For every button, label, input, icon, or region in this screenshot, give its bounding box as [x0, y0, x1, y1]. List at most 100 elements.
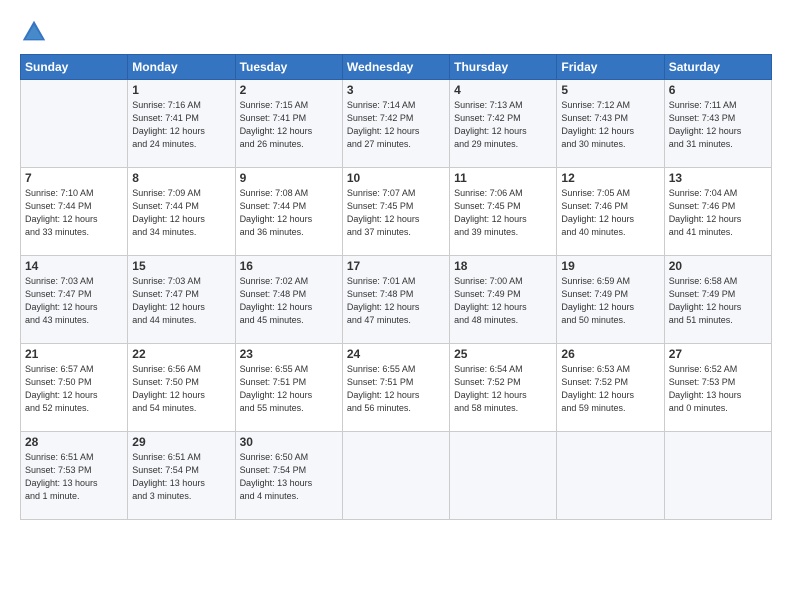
day-cell: 5Sunrise: 7:12 AM Sunset: 7:43 PM Daylig…	[557, 80, 664, 168]
day-cell: 8 Sunrise: 7:09 AM Sunset: 7:44 PM Daylig…	[128, 168, 235, 256]
week-row-2: 14 Sunrise: 7:03 AM Sunset: 7:47 PM Dayli…	[21, 256, 772, 344]
day-cell	[557, 432, 664, 520]
day-cell: 12 Sunrise: 7:05 AM Sunset: 7:46 PM Dayli…	[557, 168, 664, 256]
day-cell: 1Sunrise: 7:16 AM Sunset: 7:41 PM Daylig…	[128, 80, 235, 168]
day-number: 6	[669, 83, 767, 97]
day-info: Sunrise: 6:50 AM Sunset: 7:54 PM Dayligh…	[240, 451, 338, 503]
day-info: Sunrise: 6:59 AM Sunset: 7:49 PM Dayligh…	[561, 275, 659, 327]
day-number: 26	[561, 347, 659, 361]
day-number: 14	[25, 259, 123, 273]
week-row-3: 21 Sunrise: 6:57 AM Sunset: 7:50 PM Dayli…	[21, 344, 772, 432]
day-cell: 25 Sunrise: 6:54 AM Sunset: 7:52 PM Dayli…	[450, 344, 557, 432]
day-cell: 21 Sunrise: 6:57 AM Sunset: 7:50 PM Dayli…	[21, 344, 128, 432]
day-cell	[664, 432, 771, 520]
calendar-header: SundayMondayTuesdayWednesdayThursdayFrid…	[21, 55, 772, 80]
header-cell-saturday: Saturday	[664, 55, 771, 80]
day-cell: 28Sunrise: 6:51 AM Sunset: 7:53 PM Dayli…	[21, 432, 128, 520]
day-info: Sunrise: 7:03 AM Sunset: 7:47 PM Dayligh…	[132, 275, 230, 327]
header-cell-monday: Monday	[128, 55, 235, 80]
day-number: 2	[240, 83, 338, 97]
day-number: 5	[561, 83, 659, 97]
day-cell: 6Sunrise: 7:11 AM Sunset: 7:43 PM Daylig…	[664, 80, 771, 168]
day-info: Sunrise: 6:55 AM Sunset: 7:51 PM Dayligh…	[347, 363, 445, 415]
day-info: Sunrise: 7:07 AM Sunset: 7:45 PM Dayligh…	[347, 187, 445, 239]
day-number: 24	[347, 347, 445, 361]
day-number: 16	[240, 259, 338, 273]
day-cell: 16 Sunrise: 7:02 AM Sunset: 7:48 PM Dayli…	[235, 256, 342, 344]
day-info: Sunrise: 7:00 AM Sunset: 7:49 PM Dayligh…	[454, 275, 552, 327]
day-cell: 18 Sunrise: 7:00 AM Sunset: 7:49 PM Dayli…	[450, 256, 557, 344]
day-cell: 7Sunrise: 7:10 AM Sunset: 7:44 PM Daylig…	[21, 168, 128, 256]
day-number: 19	[561, 259, 659, 273]
day-number: 3	[347, 83, 445, 97]
day-info: Sunrise: 7:05 AM Sunset: 7:46 PM Dayligh…	[561, 187, 659, 239]
day-info: Sunrise: 7:06 AM Sunset: 7:45 PM Dayligh…	[454, 187, 552, 239]
day-info: Sunrise: 6:52 AM Sunset: 7:53 PM Dayligh…	[669, 363, 767, 415]
day-number: 4	[454, 83, 552, 97]
day-number: 13	[669, 171, 767, 185]
header-cell-tuesday: Tuesday	[235, 55, 342, 80]
day-cell: 14 Sunrise: 7:03 AM Sunset: 7:47 PM Dayli…	[21, 256, 128, 344]
calendar-table: SundayMondayTuesdayWednesdayThursdayFrid…	[20, 54, 772, 520]
day-info: Sunrise: 7:01 AM Sunset: 7:48 PM Dayligh…	[347, 275, 445, 327]
day-number: 17	[347, 259, 445, 273]
day-number: 15	[132, 259, 230, 273]
day-info: Sunrise: 7:15 AM Sunset: 7:41 PM Dayligh…	[240, 99, 338, 151]
header-row: SundayMondayTuesdayWednesdayThursdayFrid…	[21, 55, 772, 80]
day-number: 27	[669, 347, 767, 361]
day-cell: 20 Sunrise: 6:58 AM Sunset: 7:49 PM Dayli…	[664, 256, 771, 344]
day-cell: 17 Sunrise: 7:01 AM Sunset: 7:48 PM Dayli…	[342, 256, 449, 344]
day-number: 9	[240, 171, 338, 185]
day-number: 25	[454, 347, 552, 361]
day-cell: 19 Sunrise: 6:59 AM Sunset: 7:49 PM Dayli…	[557, 256, 664, 344]
week-row-0: 1Sunrise: 7:16 AM Sunset: 7:41 PM Daylig…	[21, 80, 772, 168]
day-cell: 23Sunrise: 6:55 AM Sunset: 7:51 PM Dayli…	[235, 344, 342, 432]
calendar-body: 1Sunrise: 7:16 AM Sunset: 7:41 PM Daylig…	[21, 80, 772, 520]
header-cell-friday: Friday	[557, 55, 664, 80]
day-cell: 29Sunrise: 6:51 AM Sunset: 7:54 PM Dayli…	[128, 432, 235, 520]
day-info: Sunrise: 6:56 AM Sunset: 7:50 PM Dayligh…	[132, 363, 230, 415]
logo	[20, 18, 52, 46]
day-number: 8	[132, 171, 230, 185]
week-row-1: 7Sunrise: 7:10 AM Sunset: 7:44 PM Daylig…	[21, 168, 772, 256]
header-cell-wednesday: Wednesday	[342, 55, 449, 80]
day-number: 11	[454, 171, 552, 185]
day-number: 29	[132, 435, 230, 449]
day-info: Sunrise: 7:13 AM Sunset: 7:42 PM Dayligh…	[454, 99, 552, 151]
day-number: 30	[240, 435, 338, 449]
day-cell	[21, 80, 128, 168]
day-info: Sunrise: 6:58 AM Sunset: 7:49 PM Dayligh…	[669, 275, 767, 327]
day-info: Sunrise: 7:08 AM Sunset: 7:44 PM Dayligh…	[240, 187, 338, 239]
header-cell-thursday: Thursday	[450, 55, 557, 80]
day-cell: 27 Sunrise: 6:52 AM Sunset: 7:53 PM Dayli…	[664, 344, 771, 432]
day-info: Sunrise: 6:57 AM Sunset: 7:50 PM Dayligh…	[25, 363, 123, 415]
day-number: 21	[25, 347, 123, 361]
day-number: 12	[561, 171, 659, 185]
day-number: 18	[454, 259, 552, 273]
day-info: Sunrise: 7:02 AM Sunset: 7:48 PM Dayligh…	[240, 275, 338, 327]
day-cell: 26Sunrise: 6:53 AM Sunset: 7:52 PM Dayli…	[557, 344, 664, 432]
day-info: Sunrise: 7:03 AM Sunset: 7:47 PM Dayligh…	[25, 275, 123, 327]
day-number: 1	[132, 83, 230, 97]
day-info: Sunrise: 7:04 AM Sunset: 7:46 PM Dayligh…	[669, 187, 767, 239]
day-cell: 13 Sunrise: 7:04 AM Sunset: 7:46 PM Dayli…	[664, 168, 771, 256]
day-number: 10	[347, 171, 445, 185]
day-cell: 24 Sunrise: 6:55 AM Sunset: 7:51 PM Dayli…	[342, 344, 449, 432]
day-cell	[342, 432, 449, 520]
day-info: Sunrise: 6:55 AM Sunset: 7:51 PM Dayligh…	[240, 363, 338, 415]
day-info: Sunrise: 7:14 AM Sunset: 7:42 PM Dayligh…	[347, 99, 445, 151]
day-cell: 3 Sunrise: 7:14 AM Sunset: 7:42 PM Daylig…	[342, 80, 449, 168]
day-info: Sunrise: 7:09 AM Sunset: 7:44 PM Dayligh…	[132, 187, 230, 239]
day-cell: 4 Sunrise: 7:13 AM Sunset: 7:42 PM Daylig…	[450, 80, 557, 168]
page: SundayMondayTuesdayWednesdayThursdayFrid…	[0, 0, 792, 612]
day-cell: 30 Sunrise: 6:50 AM Sunset: 7:54 PM Dayli…	[235, 432, 342, 520]
day-cell: 10 Sunrise: 7:07 AM Sunset: 7:45 PM Dayli…	[342, 168, 449, 256]
logo-icon	[20, 18, 48, 46]
day-number: 20	[669, 259, 767, 273]
day-cell: 15 Sunrise: 7:03 AM Sunset: 7:47 PM Dayli…	[128, 256, 235, 344]
day-cell: 22Sunrise: 6:56 AM Sunset: 7:50 PM Dayli…	[128, 344, 235, 432]
day-info: Sunrise: 6:51 AM Sunset: 7:53 PM Dayligh…	[25, 451, 123, 503]
day-info: Sunrise: 6:54 AM Sunset: 7:52 PM Dayligh…	[454, 363, 552, 415]
header-cell-sunday: Sunday	[21, 55, 128, 80]
header	[20, 18, 772, 46]
